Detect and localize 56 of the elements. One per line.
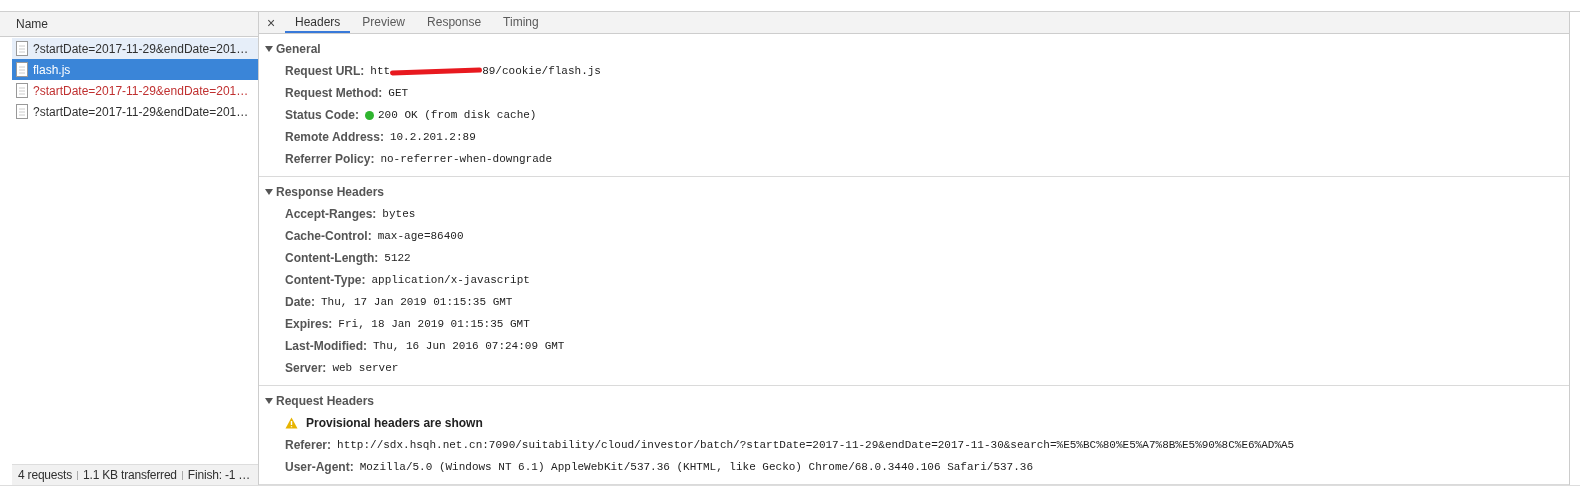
status-text: Finish: -1 … — [187, 468, 251, 482]
tab[interactable]: Headers — [285, 12, 351, 33]
file-icon — [16, 62, 28, 77]
section-title[interactable]: General — [259, 38, 1569, 60]
header-value: application/x-javascript — [371, 274, 530, 286]
request-row[interactable]: ?startDate=2017-11-29&endDate=201… — [12, 38, 258, 59]
header-value: no-referrer-when-downgrade — [380, 153, 552, 165]
expanded-triangle-icon[interactable] — [265, 45, 273, 53]
header-value: http://sdx.hsqh.net.cn:7090/suitability/cloud/investor/batch/?startDate=2017-11-29&endDate=2017-11-30&search=%E5%BC%80%E5%A7%8B%E5%90%8C%E6%AD%A5 — [337, 439, 1295, 451]
status-text: 1.1 KB transferred — [83, 468, 177, 482]
header-value: GET — [388, 87, 409, 99]
header-value: 10.2.201.2:89 — [389, 131, 476, 143]
header-value: 200 OK (from disk cache) — [378, 109, 537, 121]
header-name: Referer: — [285, 438, 332, 452]
header-name: Accept-Ranges: — [285, 207, 377, 221]
request-row[interactable]: ?startDate=2017-11-29&endDate=201… — [12, 80, 258, 101]
close-button[interactable]: × — [267, 12, 283, 33]
header-name: Cache-Control: — [285, 229, 372, 243]
header-name: Content-Type: — [285, 273, 366, 287]
header-name: Request Method: — [285, 86, 383, 100]
header-name: Last-Modified: — [285, 339, 367, 353]
header-value: max-age=86400 — [377, 230, 464, 242]
tab[interactable]: Timing — [493, 12, 549, 33]
tab[interactable]: Response — [417, 12, 492, 33]
header-value: 89/cookie/flash.js — [482, 65, 601, 77]
section-title[interactable]: Request Headers — [259, 390, 1569, 412]
header-value: Thu, 17 Jan 2019 01:15:35 GMT — [321, 296, 513, 308]
section-title[interactable]: Response Headers — [259, 181, 1569, 203]
header-value: bytes — [382, 208, 416, 220]
header-name: Expires: — [285, 317, 333, 331]
status-text: 4 requests — [18, 468, 73, 482]
warning-icon — [285, 417, 298, 429]
header-name: Content-Length: — [285, 251, 379, 265]
request-row[interactable]: flash.js — [12, 59, 258, 80]
header-name: Date: — [285, 295, 315, 309]
header-value: Mozilla/5.0 (Windows NT 6.1) AppleWebKit/537.36 (KHTML, like Gecko) Chrome/68.0.3440.106 Safari/537.36 — [359, 461, 1033, 473]
expanded-triangle-icon[interactable] — [265, 188, 273, 196]
header-value: web server — [332, 362, 399, 374]
file-icon — [16, 41, 28, 56]
file-icon — [16, 104, 28, 119]
header-value: htt — [370, 65, 391, 77]
header-name: Server: — [285, 361, 327, 375]
header-name: Referrer Policy: — [285, 152, 375, 166]
file-icon — [16, 83, 28, 98]
header-value: Thu, 16 Jun 2016 07:24:09 GMT — [373, 340, 565, 352]
expanded-triangle-icon[interactable] — [265, 397, 273, 405]
header-name: User-Agent: — [285, 460, 354, 474]
warning-text: Provisional headers are shown — [306, 416, 483, 430]
header-name: Remote Address: — [285, 130, 384, 144]
header-value: 5122 — [384, 252, 411, 264]
header-name: Request URL: — [285, 64, 365, 78]
column-header[interactable]: Name — [0, 12, 258, 37]
header-name: Status Code: — [285, 108, 359, 122]
tab[interactable]: Preview — [352, 12, 416, 33]
header-value: Fri, 18 Jan 2019 01:15:35 GMT — [338, 318, 530, 330]
request-row[interactable]: ?startDate=2017-11-29&endDate=201… — [12, 101, 258, 122]
